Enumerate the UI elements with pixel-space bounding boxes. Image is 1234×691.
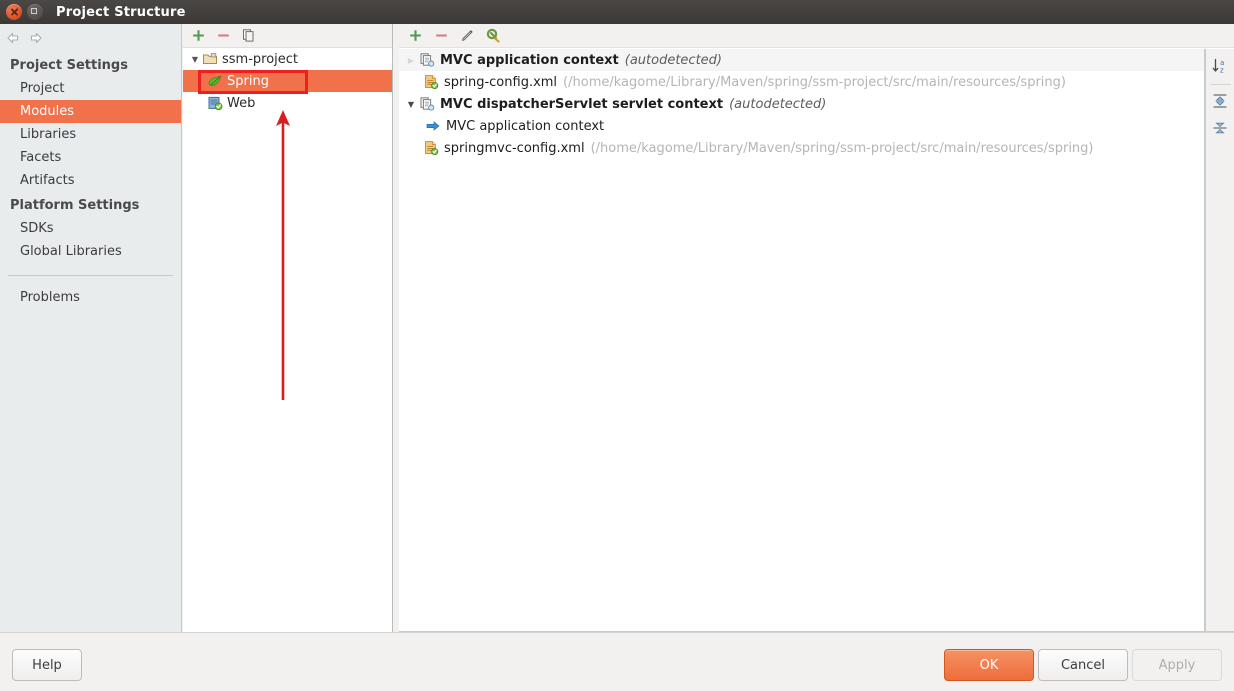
modules-toolbar <box>183 24 392 48</box>
context-file-name: spring-config.xml <box>444 74 558 90</box>
context-file-row[interactable]: spring-config.xml (/home/kagome/Library/… <box>399 71 1204 93</box>
chevron-down-icon[interactable]: ▼ <box>188 55 202 64</box>
cancel-button[interactable]: Cancel <box>1038 649 1128 681</box>
sidebar-item-problems[interactable]: Problems <box>0 286 181 309</box>
sidebar-group-project-settings: Project Settings <box>10 58 128 73</box>
sidebar-nav-arrows <box>0 24 181 52</box>
expand-all-icon[interactable] <box>1209 90 1231 112</box>
collapse-all-icon[interactable] <box>1209 117 1231 139</box>
svg-text:z: z <box>1220 67 1224 75</box>
tree-item-label: Web <box>227 95 256 111</box>
apply-button: Apply <box>1132 649 1222 681</box>
tree-row[interactable]: Spring <box>183 70 392 92</box>
context-file-row[interactable]: springmvc-config.xml (/home/kagome/Libra… <box>399 137 1204 159</box>
copy-icon[interactable] <box>241 28 256 43</box>
contexts-toolbar <box>399 24 1234 48</box>
context-file-path: (/home/kagome/Library/Maven/spring/ssm-p… <box>563 74 1066 90</box>
context-autodetected-label: (autodetected) <box>624 52 722 68</box>
application-context-icon <box>419 52 435 68</box>
context-autodetected-label: (autodetected) <box>729 96 827 112</box>
chevron-down-icon[interactable]: ▼ <box>403 100 419 109</box>
context-row[interactable]: ▶ MVC application context (autodetected) <box>399 49 1204 71</box>
chevron-right-icon[interactable]: ▶ <box>403 56 419 65</box>
contexts-side-toolbar: a z <box>1205 49 1234 632</box>
context-row[interactable]: ▼ MVC dispatcherServlet servlet context … <box>399 93 1204 115</box>
web-module-icon <box>207 95 223 111</box>
sidebar-divider <box>8 275 173 276</box>
sidebar-item-project[interactable]: Project <box>0 77 181 100</box>
blue-arrow-icon <box>425 118 441 134</box>
ok-button[interactable]: OK <box>944 649 1034 681</box>
settings-sidebar: Project Settings Project Modules Librari… <box>0 24 182 632</box>
modules-panel: ▼ ssm-project Spring Web <box>183 24 393 632</box>
wrench-icon[interactable] <box>486 28 501 43</box>
arrow-right-icon[interactable] <box>28 30 44 46</box>
folder-icon <box>202 51 218 67</box>
contexts-list: ▶ MVC application context (autodetected) <box>399 49 1205 632</box>
tree-item-label: Spring <box>227 73 269 89</box>
context-title: MVC dispatcherServlet servlet context <box>440 96 724 112</box>
tree-row[interactable]: Web <box>183 92 392 114</box>
spring-contexts-panel: ▶ MVC application context (autodetected) <box>399 24 1234 632</box>
sidebar-item-global-libraries[interactable]: Global Libraries <box>0 240 181 263</box>
close-icon[interactable] <box>6 4 22 20</box>
context-reference-label: MVC application context <box>446 118 605 134</box>
plus-icon[interactable] <box>191 28 206 43</box>
arrow-left-icon[interactable] <box>5 30 21 46</box>
spring-leaf-icon <box>207 73 223 89</box>
maximize-icon[interactable] <box>27 4 43 20</box>
window-title: Project Structure <box>56 4 186 20</box>
sidebar-item-artifacts[interactable]: Artifacts <box>0 169 181 192</box>
minus-icon[interactable] <box>216 28 231 43</box>
side-toolbar-divider <box>1209 84 1231 85</box>
tree-row[interactable]: ▼ ssm-project <box>183 48 392 70</box>
xml-file-icon <box>423 74 439 90</box>
tree-item-label: ssm-project <box>222 51 299 67</box>
context-reference-row[interactable]: MVC application context <box>399 115 1204 137</box>
context-file-path: (/home/kagome/Library/Maven/spring/ssm-p… <box>590 140 1094 156</box>
minus-icon[interactable] <box>434 28 449 43</box>
title-bar: Project Structure <box>0 0 1234 24</box>
help-button[interactable]: Help <box>12 649 82 681</box>
sidebar-item-facets[interactable]: Facets <box>0 146 181 169</box>
xml-file-icon <box>423 140 439 156</box>
sort-az-icon[interactable]: a z <box>1209 55 1231 77</box>
pencil-icon[interactable] <box>460 28 475 43</box>
project-structure-dialog: Project Structure Project Settings Proje… <box>0 0 1234 691</box>
context-file-name: springmvc-config.xml <box>444 140 585 156</box>
sidebar-item-libraries[interactable]: Libraries <box>0 123 181 146</box>
sidebar-group-platform-settings: Platform Settings <box>10 198 140 213</box>
sidebar-item-modules[interactable]: Modules <box>0 100 181 123</box>
plus-icon[interactable] <box>408 28 423 43</box>
context-title: MVC application context <box>440 52 619 68</box>
application-context-icon <box>419 96 435 112</box>
sidebar-item-sdks[interactable]: SDKs <box>0 217 181 240</box>
